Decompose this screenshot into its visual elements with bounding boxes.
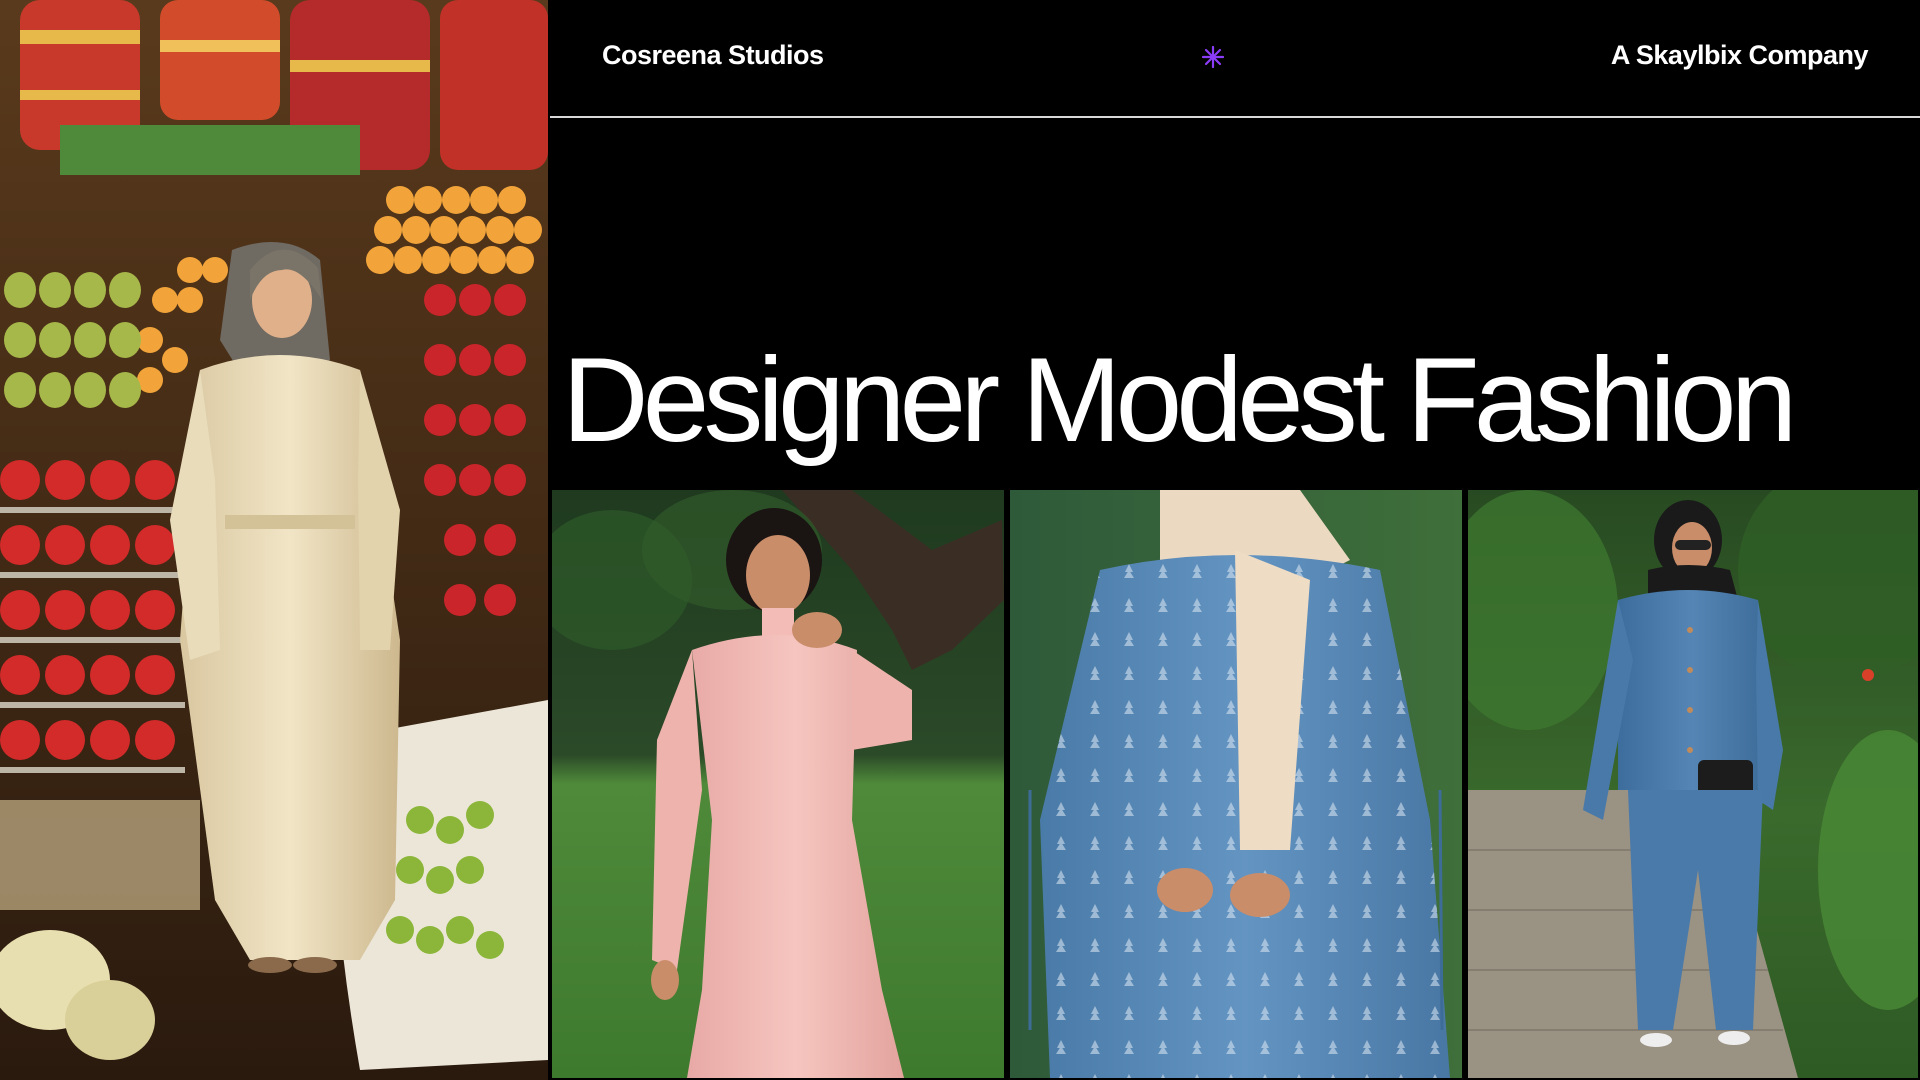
denim-outfit-photo-illustration [1468,490,1918,1078]
gallery-tile-denim-outfit[interactable] [1468,490,1918,1078]
parent-company: A Skaylbix Company [1610,40,1869,70]
market-photo-illustration [0,0,548,1080]
gallery-tile-blue-dress[interactable] [1010,490,1462,1078]
blue-dress-photo-illustration [1010,490,1462,1078]
hero-title: Designer Modest Fashion [562,333,1797,467]
gallery-tile-pink-dress[interactable] [552,490,1004,1078]
pink-dress-photo-illustration [552,490,1004,1078]
sparkle-icon [1202,46,1224,68]
brand-name[interactable]: Cosreena Studios [602,40,824,71]
hero-photo-market [0,0,548,1080]
top-header: Cosreena Studios A Skaylbix Company [550,0,1920,118]
